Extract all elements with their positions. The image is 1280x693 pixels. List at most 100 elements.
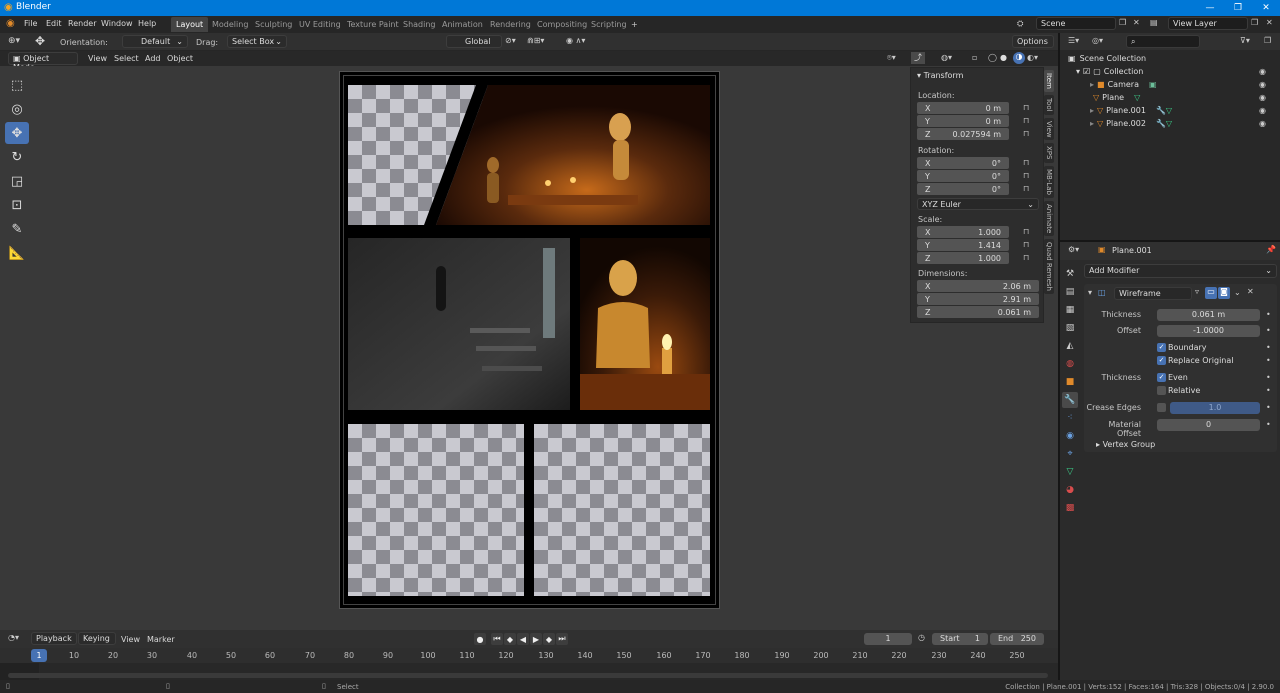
timeline-menu-view[interactable]: View (121, 635, 140, 644)
new-view-layer-icon[interactable]: ❐ (1251, 18, 1258, 27)
texture-tab-icon[interactable]: ▩ (1062, 500, 1078, 516)
outliner-item-plane[interactable]: ▽ Plane ▽ ◉ (1090, 91, 1276, 104)
keyframe-dot-icon[interactable]: • (1266, 420, 1271, 429)
tab-animate[interactable]: Animate (1044, 200, 1054, 236)
crease-edges-checkbox[interactable] (1157, 403, 1166, 412)
lock-icon[interactable]: ⊓ (1023, 116, 1029, 125)
rotation-mode-dropdown[interactable]: XYZ Euler ⌄ (917, 198, 1039, 210)
modifier-menu-icon[interactable]: ⌄ (1234, 288, 1241, 297)
proportional-edit-icon[interactable]: ◉ ∧▾ (566, 36, 585, 45)
tab-mb-lab[interactable]: MB-Lab (1044, 165, 1054, 198)
playback-menu[interactable]: Playback ⌄ (31, 632, 77, 652)
properties-editor-icon[interactable]: ⚙▾ (1068, 245, 1079, 254)
clock-icon[interactable]: ◷ (918, 633, 925, 642)
menu-edit[interactable]: Edit (46, 19, 62, 28)
dimensions-z-field[interactable]: Z 0.061 m (917, 306, 1039, 318)
menu-file[interactable]: File (24, 19, 37, 28)
material-shading-icon[interactable]: ◑ (1013, 52, 1025, 64)
location-z-field[interactable]: Z 0.027594 m (917, 128, 1009, 140)
edit-mode-toggle-icon[interactable]: ▿ (1195, 287, 1205, 299)
options-dropdown[interactable]: Options (1012, 35, 1054, 48)
outliner-search-input[interactable]: ⌕ (1126, 35, 1200, 48)
dimensions-x-field[interactable]: X 2.06 m (917, 280, 1039, 292)
timeline-menu-marker[interactable]: Marker (147, 635, 175, 644)
eye-icon[interactable]: ◉ (1259, 106, 1266, 115)
view-layer-field[interactable]: View Layer (1168, 17, 1248, 30)
outliner-item-camera[interactable]: ▸ ■ Camera ▣ ◉ (1090, 78, 1276, 91)
collection-row[interactable]: ▾ ☑ ▢ Collection ◉ (1076, 65, 1276, 78)
viewport-menu-view[interactable]: View (88, 54, 107, 63)
play-icon[interactable]: ▶ (530, 633, 542, 645)
cursor-icon[interactable]: ◎ (5, 98, 29, 120)
tab-modeling[interactable]: Modeling (207, 17, 253, 32)
keyframe-dot-icon[interactable]: • (1266, 343, 1271, 352)
lock-icon[interactable]: ⊓ (1023, 171, 1029, 180)
close-icon[interactable]: ✕ (1252, 0, 1280, 16)
orientation-dropdown[interactable]: Default ⌄ (122, 35, 188, 48)
location-x-field[interactable]: X 0 m (917, 102, 1009, 114)
render-tab-icon[interactable]: ▤ (1062, 284, 1078, 300)
outliner-item-plane-002[interactable]: ▸ ▽ Plane.002 🔧 ▽ ◉ (1090, 117, 1276, 130)
tool-tab-icon[interactable]: ⚒ (1062, 266, 1078, 282)
end-frame-field[interactable]: End 250 (990, 633, 1044, 645)
minimize-icon[interactable]: — (1196, 0, 1224, 16)
timeline-area[interactable]: 1 10 20 30 40 50 60 70 80 90 100 110 120… (0, 648, 1058, 680)
object-tab-icon[interactable]: ■ (1062, 374, 1078, 390)
keyframe-dot-icon[interactable]: • (1266, 326, 1271, 335)
keyframe-dot-icon[interactable]: • (1266, 403, 1271, 412)
output-tab-icon[interactable]: ▦ (1062, 302, 1078, 318)
modifier-tab-icon[interactable]: 🔧 (1062, 392, 1078, 408)
play-reverse-icon[interactable]: ◀ (517, 633, 529, 645)
boundary-checkbox[interactable]: ✓ (1157, 343, 1166, 352)
tab-sculpting[interactable]: Sculpting (250, 17, 297, 32)
rotation-y-field[interactable]: Y 0° (917, 170, 1009, 182)
relative-checkbox[interactable] (1157, 386, 1166, 395)
outliner-item-plane-001[interactable]: ▸ ▽ Plane.001 🔧 ▽ ◉ (1090, 104, 1276, 117)
world-tab-icon[interactable]: ◍ (1062, 356, 1078, 372)
scale-icon[interactable]: ◲ (5, 170, 29, 192)
new-collection-icon[interactable]: ❐ (1264, 36, 1271, 45)
viewport-menu-add[interactable]: Add (145, 54, 161, 63)
eye-icon[interactable]: ◉ (1259, 67, 1266, 76)
menu-render[interactable]: Render (68, 19, 96, 28)
material-tab-icon[interactable]: ◕ (1062, 482, 1078, 498)
modifier-name-field[interactable]: Wireframe (1114, 287, 1192, 300)
eye-icon[interactable]: ◉ (1259, 119, 1266, 128)
keying-menu[interactable]: Keying ⌄ (78, 632, 116, 652)
constraints-tab-icon[interactable]: ⌖ (1062, 446, 1078, 462)
annotate-icon[interactable]: ✎ (5, 218, 29, 240)
lock-icon[interactable]: ⊓ (1023, 129, 1029, 138)
wireframe-shading-icon[interactable]: ◯ (988, 53, 997, 62)
tab-xps[interactable]: XPS (1044, 143, 1054, 163)
next-keyframe-icon[interactable]: ◆ (543, 633, 555, 645)
mesh-data-tab-icon[interactable]: ▽ (1062, 464, 1078, 480)
lock-icon[interactable]: ⊓ (1023, 184, 1029, 193)
rotation-x-field[interactable]: X 0° (917, 157, 1009, 169)
scene-icon[interactable]: ⛭ (1017, 19, 1023, 29)
keyframe-dot-icon[interactable]: • (1266, 386, 1271, 395)
scale-y-field[interactable]: Y 1.414 (917, 239, 1009, 251)
tab-compositing[interactable]: Compositing (532, 17, 592, 32)
new-scene-icon[interactable]: ❐ (1119, 18, 1126, 27)
tab-scripting[interactable]: Scripting (586, 17, 632, 32)
crease-weight-field[interactable]: 1.0 (1170, 402, 1260, 414)
menu-help[interactable]: Help (138, 19, 156, 28)
timeline-editor-icon[interactable]: ◔▾ (8, 633, 19, 642)
transform-header[interactable]: ▾ Transform (917, 71, 963, 80)
remove-modifier-icon[interactable]: ✕ (1247, 287, 1254, 296)
replace-original-checkbox[interactable]: ✓ (1157, 356, 1166, 365)
drag-dropdown[interactable]: Select Box ⌄ (227, 35, 287, 48)
add-modifier-dropdown[interactable]: Add Modifier ⌄ (1084, 264, 1277, 278)
checkbox-icon[interactable]: ☑ (1083, 67, 1090, 76)
add-workspace-button[interactable]: + (626, 17, 643, 32)
tab-view[interactable]: View (1044, 117, 1054, 141)
eye-icon[interactable]: ◉ (1259, 93, 1266, 102)
tab-rendering[interactable]: Rendering (485, 17, 536, 32)
comic-page-plane[interactable] (339, 71, 720, 609)
record-icon[interactable]: ● (474, 633, 486, 645)
maximize-icon[interactable]: ❐ (1224, 0, 1252, 16)
keyframe-dot-icon[interactable]: • (1266, 373, 1271, 382)
measure-icon[interactable]: 📐 (5, 242, 29, 264)
transform-orientation-dropdown[interactable]: Global (446, 35, 502, 48)
tab-uv-editing[interactable]: UV Editing (294, 17, 346, 32)
